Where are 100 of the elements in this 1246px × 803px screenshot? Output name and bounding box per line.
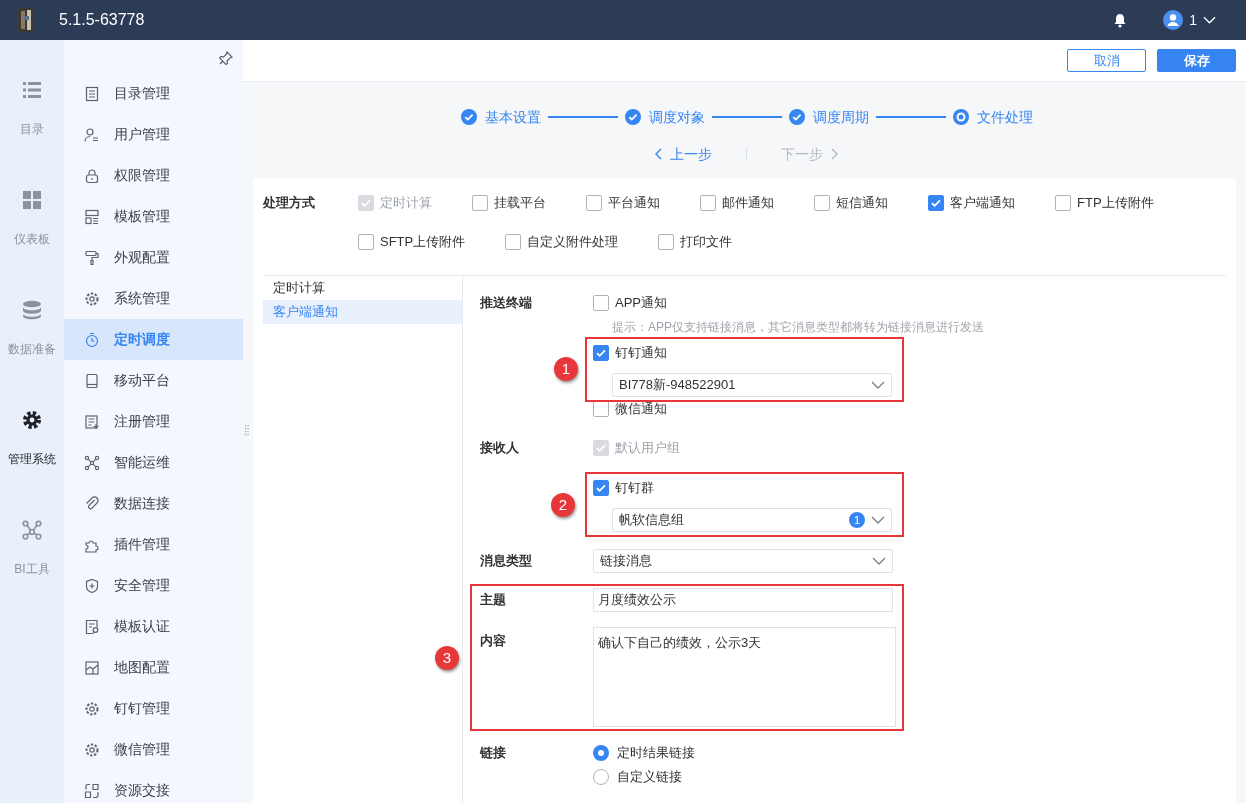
menu-item[interactable]: 目录管理 <box>64 73 243 114</box>
checkbox[interactable] <box>358 234 374 250</box>
menu-item[interactable]: 外观配置 <box>64 237 243 278</box>
checkbox-label: 钉钉群 <box>615 479 654 498</box>
list-icon <box>22 80 42 100</box>
checkbox-label: 钉钉通知 <box>615 344 667 363</box>
checkbox-label: SFTP上传附件 <box>380 233 466 252</box>
document-icon <box>84 85 100 102</box>
pin-icon[interactable] <box>219 51 233 65</box>
menu-item[interactable]: 权限管理 <box>64 155 243 196</box>
annotation-marker: 2 <box>551 493 575 517</box>
gear-icon <box>84 700 100 717</box>
chevron-left-icon <box>655 148 662 160</box>
field-label: 主题 <box>480 591 507 610</box>
checkbox[interactable] <box>586 195 602 211</box>
checkbox-label: 平台通知 <box>608 194 660 213</box>
count-badge: 1 <box>849 512 865 528</box>
checkbox-label: 自定义附件处理 <box>527 233 619 252</box>
phone-icon <box>84 372 100 389</box>
map-icon <box>84 659 100 676</box>
step[interactable]: 调度周期 <box>788 106 869 128</box>
squares-icon <box>84 782 100 799</box>
shield-icon <box>84 577 100 594</box>
checkbox-label: 微信通知 <box>615 400 667 419</box>
chevron-down-icon <box>871 381 885 389</box>
field-label: 消息类型 <box>480 552 533 571</box>
checkbox-label: 邮件通知 <box>722 194 774 213</box>
step[interactable]: 基本设置 <box>460 106 541 128</box>
radio-label: 定时结果链接 <box>617 744 695 763</box>
checkbox[interactable] <box>593 480 609 496</box>
stopwatch-icon <box>84 331 100 348</box>
gear-icon <box>84 290 100 307</box>
bell-icon[interactable] <box>1113 12 1128 28</box>
checkbox[interactable] <box>928 195 944 211</box>
checkbox[interactable] <box>472 195 488 211</box>
checkbox-label: 定时计算 <box>380 194 432 213</box>
menu-item[interactable]: 安全管理 <box>64 565 243 606</box>
radio-label: 自定义链接 <box>617 768 682 787</box>
checkbox[interactable] <box>1055 195 1071 211</box>
network-icon <box>22 520 42 540</box>
resize-handle-icon[interactable] <box>245 425 249 436</box>
save-button[interactable]: 保存 <box>1157 49 1236 72</box>
checkbox[interactable] <box>505 234 522 250</box>
database-icon <box>22 300 42 320</box>
field-label: 内容 <box>480 632 507 650</box>
field-label: 推送终端 <box>480 294 533 312</box>
field-label: 接收人 <box>480 439 520 457</box>
checkbox[interactable] <box>593 345 609 361</box>
previous-step-link[interactable]: 上一步 <box>655 143 712 165</box>
dropdown[interactable]: BI778新-948522901 <box>612 373 892 397</box>
checkbox-label: APP通知 <box>615 294 667 313</box>
layout-icon <box>84 208 100 225</box>
checkbox[interactable] <box>700 195 716 211</box>
paint-roller-icon <box>84 249 100 266</box>
annotation-marker: 3 <box>435 646 459 670</box>
menu-item[interactable]: 地图配置 <box>64 647 243 688</box>
checkmark-icon <box>595 347 607 359</box>
sub-tab[interactable]: 定时计算 <box>263 276 462 300</box>
menu-item[interactable]: 系统管理 <box>64 278 243 319</box>
menu-item[interactable]: 注册管理 <box>64 401 243 442</box>
paperclip-icon <box>84 495 100 512</box>
logo-icon <box>18 8 34 32</box>
menu-item[interactable]: 微信管理 <box>64 729 243 770</box>
menu-item[interactable]: 用户管理 <box>64 114 243 155</box>
menu-item[interactable]: 插件管理 <box>64 524 243 565</box>
checkmark-icon <box>930 197 942 209</box>
user-menu[interactable]: 1 <box>1163 9 1216 31</box>
dropdown[interactable]: 链接消息 <box>593 549 893 573</box>
checkbox-label: 客户端通知 <box>950 194 1015 213</box>
radio-button[interactable] <box>593 769 609 785</box>
dashboard-icon <box>22 190 42 210</box>
menu-item[interactable]: 模板管理 <box>64 196 243 237</box>
gear-icon <box>22 410 42 430</box>
menu-item[interactable]: 模板认证 <box>64 606 243 647</box>
checkbox[interactable] <box>593 295 609 311</box>
hint-text: 提示：APP仅支持链接消息，其它消息类型都将转为链接消息进行发送 <box>612 319 984 336</box>
checkbox[interactable] <box>658 234 675 250</box>
checkbox-label: 默认用户组 <box>615 439 680 458</box>
menu-item[interactable]: 移动平台 <box>64 360 243 401</box>
dropdown[interactable]: 帆软信息组 1 <box>612 508 892 532</box>
chevron-down-icon <box>872 557 886 565</box>
checkbox[interactable] <box>814 195 830 211</box>
rail-item[interactable]: 管理系统 <box>0 400 64 510</box>
menu-item[interactable]: 钉钉管理 <box>64 688 243 729</box>
chevron-right-icon <box>831 148 838 160</box>
menu-item[interactable]: 智能运维 <box>64 442 243 483</box>
user-icon <box>84 126 100 143</box>
step[interactable]: 调度对象 <box>624 106 705 128</box>
step[interactable]: 文件处理 <box>952 106 1033 128</box>
field-label: 链接 <box>480 744 507 762</box>
checkbox-label: FTP上传附件 <box>1077 194 1154 213</box>
checkbox-label: 挂载平台 <box>494 194 546 213</box>
cancel-button[interactable]: 取消 <box>1067 49 1146 72</box>
radio-button[interactable] <box>593 745 609 761</box>
checkbox-label: 打印文件 <box>680 233 733 252</box>
text-field[interactable]: 月度绩效公示 <box>593 588 893 612</box>
menu-item[interactable]: 资源交接 <box>64 770 243 803</box>
menu-item[interactable]: 数据连接 <box>64 483 243 524</box>
chevron-down-icon <box>871 516 885 524</box>
text-area[interactable]: 确认下自己的绩效，公示3天 <box>593 627 896 727</box>
